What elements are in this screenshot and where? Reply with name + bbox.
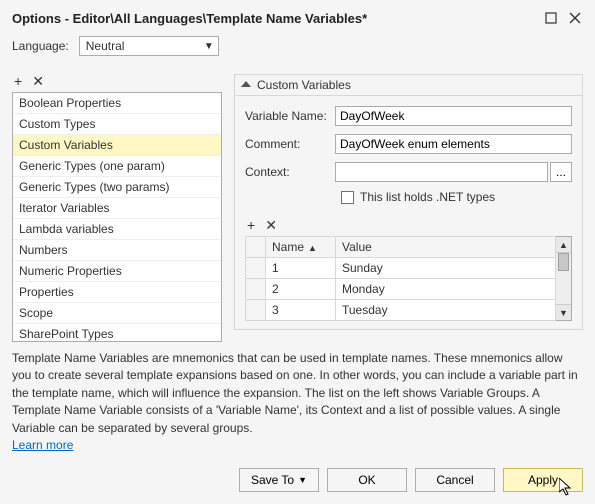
titlebar: Options - Editor\All Languages\Template … bbox=[12, 8, 583, 36]
details-pane: Custom Variables Variable Name: Comment:… bbox=[234, 74, 583, 342]
main-area: + ✕ Boolean PropertiesCustom TypesCustom… bbox=[12, 74, 583, 342]
scroll-thumb[interactable] bbox=[558, 253, 569, 271]
context-row: Context: ... bbox=[245, 162, 572, 182]
list-item[interactable]: Properties bbox=[13, 282, 221, 303]
options-dialog: Options - Editor\All Languages\Template … bbox=[0, 0, 595, 504]
list-item[interactable]: Custom Variables bbox=[13, 135, 221, 156]
language-label: Language: bbox=[12, 39, 69, 53]
scroll-up-icon[interactable]: ▲ bbox=[556, 237, 571, 253]
row-header bbox=[246, 300, 266, 321]
add-value-icon[interactable]: + bbox=[247, 218, 255, 232]
list-item[interactable]: Generic Types (one param) bbox=[13, 156, 221, 177]
context-label: Context: bbox=[245, 165, 335, 179]
grid-header-name[interactable]: Name▲ bbox=[266, 237, 336, 258]
list-item[interactable]: Scope bbox=[13, 303, 221, 324]
row-header bbox=[246, 279, 266, 300]
add-group-icon[interactable]: + bbox=[14, 74, 22, 88]
list-item[interactable]: Lambda variables bbox=[13, 219, 221, 240]
comment-label: Comment: bbox=[245, 137, 335, 151]
language-combo[interactable]: Neutral ▼ bbox=[79, 36, 219, 56]
comment-row: Comment: bbox=[245, 134, 572, 154]
table-row[interactable]: 3Tuesday bbox=[246, 300, 556, 321]
list-item[interactable]: SharePoint Types bbox=[13, 324, 221, 342]
apply-button[interactable]: Apply bbox=[503, 468, 583, 492]
dialog-title: Options - Editor\All Languages\Template … bbox=[12, 11, 367, 26]
list-item[interactable]: Boolean Properties bbox=[13, 93, 221, 114]
cell-value[interactable]: Monday bbox=[336, 279, 556, 300]
table-row[interactable]: 2Monday bbox=[246, 279, 556, 300]
window-controls bbox=[543, 10, 583, 26]
values-toolbar: + ✕ bbox=[245, 218, 572, 232]
variable-name-input[interactable] bbox=[335, 106, 572, 126]
section-title: Custom Variables bbox=[257, 78, 351, 92]
chevron-down-icon: ▼ bbox=[298, 475, 307, 485]
save-to-button[interactable]: Save To▼ bbox=[239, 468, 319, 492]
section-header[interactable]: Custom Variables bbox=[234, 74, 583, 95]
variable-name-row: Variable Name: bbox=[245, 106, 572, 126]
cell-name[interactable]: 2 bbox=[266, 279, 336, 300]
list-item[interactable]: Iterator Variables bbox=[13, 198, 221, 219]
description-text: Template Name Variables are mnemonics th… bbox=[12, 350, 583, 454]
values-grid-container: Name▲ Value 1Sunday2Monday3Tuesday ▲ ▼ bbox=[245, 236, 572, 321]
language-value: Neutral bbox=[86, 39, 125, 53]
context-browse-button[interactable]: ... bbox=[550, 162, 572, 182]
context-input[interactable] bbox=[335, 162, 548, 182]
scroll-down-icon[interactable]: ▼ bbox=[556, 304, 571, 320]
grid-scrollbar[interactable]: ▲ ▼ bbox=[556, 236, 572, 321]
net-types-label: This list holds .NET types bbox=[360, 190, 495, 204]
variable-name-label: Variable Name: bbox=[245, 109, 335, 123]
delete-value-icon[interactable]: ✕ bbox=[265, 218, 277, 232]
close-icon[interactable] bbox=[567, 10, 583, 26]
cell-name[interactable]: 1 bbox=[266, 258, 336, 279]
list-item[interactable]: Custom Types bbox=[13, 114, 221, 135]
delete-group-icon[interactable]: ✕ bbox=[32, 74, 44, 88]
table-row[interactable]: 1Sunday bbox=[246, 258, 556, 279]
cell-value[interactable]: Tuesday bbox=[336, 300, 556, 321]
cell-name[interactable]: 3 bbox=[266, 300, 336, 321]
cancel-button[interactable]: Cancel bbox=[415, 468, 495, 492]
values-area: + ✕ Name▲ Value bbox=[245, 218, 572, 321]
net-types-row: This list holds .NET types bbox=[245, 190, 572, 204]
groups-pane: + ✕ Boolean PropertiesCustom TypesCustom… bbox=[12, 74, 222, 342]
comment-input[interactable] bbox=[335, 134, 572, 154]
net-types-checkbox[interactable] bbox=[341, 191, 354, 204]
list-item[interactable]: Generic Types (two params) bbox=[13, 177, 221, 198]
sort-asc-icon: ▲ bbox=[308, 243, 317, 253]
values-grid[interactable]: Name▲ Value 1Sunday2Monday3Tuesday bbox=[245, 236, 556, 321]
learn-more-link[interactable]: Learn more bbox=[12, 438, 73, 452]
list-item[interactable]: Numbers bbox=[13, 240, 221, 261]
section-body: Variable Name: Comment: Context: ... Thi… bbox=[234, 95, 583, 330]
dialog-buttons: Save To▼ OK Cancel Apply bbox=[239, 468, 583, 492]
list-item[interactable]: Numeric Properties bbox=[13, 261, 221, 282]
groups-listbox[interactable]: Boolean PropertiesCustom TypesCustom Var… bbox=[12, 92, 222, 342]
cell-value[interactable]: Sunday bbox=[336, 258, 556, 279]
ok-button[interactable]: OK bbox=[327, 468, 407, 492]
maximize-icon[interactable] bbox=[543, 10, 559, 26]
grid-header-value[interactable]: Value bbox=[336, 237, 556, 258]
row-header bbox=[246, 258, 266, 279]
language-row: Language: Neutral ▼ bbox=[12, 36, 583, 56]
collapse-icon bbox=[241, 78, 251, 92]
chevron-down-icon: ▼ bbox=[204, 41, 214, 52]
groups-toolbar: + ✕ bbox=[12, 74, 222, 88]
grid-corner bbox=[246, 237, 266, 258]
